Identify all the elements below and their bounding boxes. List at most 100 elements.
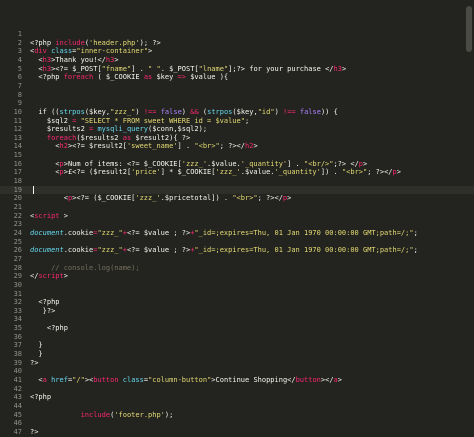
code-line[interactable]: 41 <a href="/"><button class="column-but… [0, 376, 474, 385]
code-text: ?> [30, 428, 38, 437]
code-line[interactable]: 9 [0, 99, 474, 108]
code-token: > [59, 211, 68, 220]
code-line[interactable]: 6 <?php foreach ( $_COOKIE as $key => $v… [0, 73, 474, 82]
code-line[interactable]: 11 $sql2 = "SELECT * FROM sweet WHERE id… [0, 117, 474, 126]
code-line[interactable]: 43 <?php [0, 393, 474, 402]
code-token: "column-button" [148, 376, 212, 384]
code-token: $result2){ ?> [131, 133, 191, 142]
code-line[interactable]: 45 include('footer.php'); [0, 411, 474, 420]
code-line[interactable]: 15 [0, 151, 474, 160]
code-token: } [30, 350, 43, 359]
code-line[interactable]: 5 <h3><?= $_POST["fname"] . " ". $_POST[… [0, 65, 474, 74]
code-line[interactable]: 37 } [0, 341, 474, 350]
code-line[interactable]: 39 ?> [0, 359, 474, 368]
code-line[interactable]: 10 if ((strpos($key,"zzz_") !== false) &… [0, 108, 474, 117]
code-token: ( $_COOKIE [93, 73, 144, 82]
code-token: !== [283, 107, 296, 116]
code-token: < [30, 159, 60, 168]
code-line[interactable]: 16 <p>Num of items: <?= $_COOKIE['zzz_'.… [0, 160, 474, 169]
code-line[interactable]: 27 [0, 255, 474, 264]
code-line[interactable]: 23 [0, 220, 474, 229]
code-line[interactable]: 21 [0, 203, 474, 212]
code-line[interactable]: 34 [0, 315, 474, 324]
code-line[interactable]: 25 [0, 238, 474, 247]
line-number: 13 [13, 133, 22, 142]
code-text: <p>Num of items: <?= $_COOKIE['zzz_'.$va… [30, 160, 367, 169]
code-line[interactable]: 4 <h3>Thank you!</h3> [0, 56, 474, 65]
code-token: <?php [30, 324, 68, 333]
code-line[interactable]: 28 // console.log(name); [0, 264, 474, 273]
code-text: </script> [30, 272, 68, 281]
code-text: $sql2 = "SELECT * FROM sweet WHERE id = … [30, 117, 249, 126]
code-line[interactable]: 26 document.cookie="zzz_"+<?= $value ; ?>… [0, 246, 474, 255]
code-line[interactable]: 32 <?php [0, 298, 474, 307]
code-line[interactable]: 42 [0, 385, 474, 394]
line-number: 10 [13, 107, 22, 116]
vertical-scrollbar[interactable] [466, 6, 472, 52]
code-token: !== [143, 107, 157, 116]
code-token: ) [274, 107, 283, 116]
code-line[interactable]: 38 } [0, 350, 474, 359]
code-token: $value ){ [185, 73, 229, 82]
code-line[interactable]: 46 [0, 419, 474, 428]
code-line[interactable]: 19 [0, 185, 474, 195]
line-number: 35 [13, 324, 22, 333]
code-token: "zzz_" [97, 246, 123, 255]
code-token: ;?> </ [333, 159, 359, 168]
code-line[interactable]: 36 [0, 333, 474, 342]
code-line[interactable]: 22 <script > [0, 212, 474, 221]
line-number: 22 [13, 211, 22, 220]
code-line[interactable]: 3 <div class="inner-container"> [0, 47, 474, 56]
code-text: } [30, 341, 43, 350]
code-token: "fname" [101, 64, 132, 73]
code-line[interactable]: 7 [0, 82, 474, 91]
code-line[interactable]: 35 <?php [0, 324, 474, 333]
code-line[interactable]: 18 [0, 177, 474, 186]
code-token: . $_POST[ [160, 64, 199, 73]
line-number: 16 [13, 159, 22, 168]
line-number: 28 [13, 263, 22, 272]
line-number: 17 [13, 168, 22, 177]
code-line[interactable]: 2 <?php include('header.php'); ?> [0, 39, 474, 48]
line-number: 34 [13, 315, 22, 324]
code-token: $results2 [30, 125, 90, 134]
code-token: 'zzz_' [215, 168, 241, 177]
code-line[interactable]: 30 [0, 281, 474, 290]
code-token: include [55, 38, 85, 47]
code-token: <?php [30, 73, 64, 82]
code-token: .cookie [63, 246, 94, 255]
code-line[interactable]: 44 [0, 402, 474, 411]
code-line[interactable]: 14 <h2><?= $result2['sweet_name'] . "<br… [0, 142, 474, 151]
code-token: h2 [59, 142, 68, 151]
code-token: < [30, 142, 60, 151]
line-number: 8 [17, 90, 22, 99]
code-editor[interactable]: 1 2 <?php include('header.php'); ?> 3 <div c… [0, 0, 474, 437]
code-line[interactable]: 33 }?> [0, 307, 474, 316]
text-cursor [33, 185, 34, 195]
code-token: // console.log(name); [30, 263, 140, 272]
code-line[interactable]: 12 $results2 = mysqli_query($conn,$sql2)… [0, 125, 474, 134]
line-number: 46 [13, 419, 22, 428]
code-line[interactable]: 8 [0, 91, 474, 100]
code-token: strpos [207, 107, 233, 116]
line-number: 41 [13, 376, 22, 384]
code-line[interactable]: 24 document.cookie="zzz_"+<?= $value ; ?>… [0, 229, 474, 238]
code-line[interactable]: 20 <p><?= ($_COOKIE['zzz_'.$pricetotal])… [0, 194, 474, 203]
code-token: } [30, 341, 43, 350]
line-number: 19 [13, 185, 22, 194]
line-number: 47 [13, 427, 22, 436]
code-line[interactable]: 31 [0, 290, 474, 299]
code-line[interactable]: 13 foreach($results2 as $result2){ ?> [0, 134, 474, 143]
code-line[interactable]: 40 [0, 367, 474, 376]
code-line[interactable]: 29 </script> [0, 272, 474, 281]
code-line[interactable]: 17 <p>£<?= ($result2['price'] * $_COOKIE… [0, 168, 474, 177]
code-text: } [30, 350, 43, 359]
code-token: mysqli_query [97, 125, 149, 134]
line-number: 21 [13, 203, 22, 211]
code-line[interactable]: 47 ?> [0, 428, 474, 437]
code-token: ($results2 [76, 133, 123, 142]
code-token: > [337, 376, 342, 384]
code-line[interactable]: 1 [0, 30, 474, 39]
code-text: if ((strpos($key,"zzz_") !== false) && (… [30, 107, 337, 117]
